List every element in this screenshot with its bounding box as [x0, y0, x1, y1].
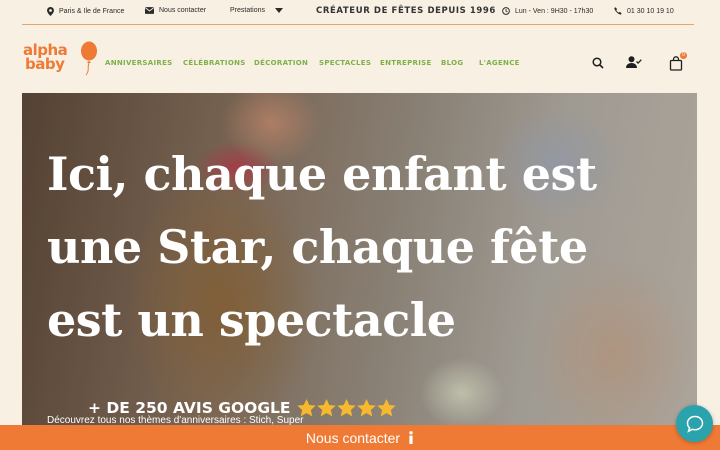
main-header: alpha baby ANNIVERSAIRES CÉLÉBRATIONS DÉ… [0, 26, 720, 92]
star-icon [376, 399, 396, 417]
rating-stars [296, 399, 396, 417]
nav-item-agence[interactable]: L'AGENCE [479, 59, 520, 67]
location-text: Paris & Ile de France [59, 8, 125, 15]
sticky-contact-bar[interactable]: Nous contacter [0, 425, 720, 450]
star-icon [356, 399, 376, 417]
cart-button[interactable]: 0 [669, 52, 687, 71]
nav-item-celebrations[interactable]: CÉLÉBRATIONS [183, 59, 246, 67]
phone-item[interactable]: 01 30 10 19 10 [614, 7, 674, 15]
contact-link[interactable]: Nous contacter [145, 7, 206, 14]
hours-text: Lun - Ven : 9H30 - 17h30 [515, 7, 594, 15]
star-icon [336, 399, 356, 417]
hero-banner: Ici, chaque enfant est une Star, chaque … [22, 93, 697, 433]
nav-item-anniversaires[interactable]: ANNIVERSAIRES [105, 59, 173, 67]
search-icon[interactable] [592, 57, 604, 69]
chat-bubble-icon [686, 415, 703, 433]
prestations-dropdown[interactable]: Prestations [230, 7, 284, 14]
alphababy-logo[interactable]: alpha baby [23, 41, 101, 83]
location-item[interactable]: Paris & Ile de France [47, 7, 124, 16]
user-account-icon[interactable] [626, 56, 642, 68]
page: Paris & Ile de France Nous contacter Pre… [0, 0, 720, 450]
contact-bar-label: Nous contacter [305, 429, 401, 446]
clock-icon [502, 7, 510, 15]
cart-count-badge: 0 [680, 52, 687, 59]
contact-link-text: Nous contacter [159, 7, 207, 14]
nav-item-blog[interactable]: BLOG [441, 59, 463, 67]
nav-item-entreprise[interactable]: ENTREPRISE [380, 59, 432, 67]
phone-icon [614, 7, 622, 15]
info-icon [409, 431, 413, 444]
chat-widget-button[interactable] [676, 405, 713, 442]
logo-line2: baby [25, 55, 65, 73]
hours-item: Lun - Ven : 9H30 - 17h30 [502, 7, 593, 15]
star-icon [316, 399, 336, 417]
nav-item-spectacles[interactable]: SPECTACLES [319, 59, 371, 67]
chevron-down-icon [275, 8, 284, 13]
prestations-label: Prestations [230, 7, 266, 14]
balloon-icon [81, 41, 97, 76]
tagline: CRÉATEUR DE FÊTES DEPUIS 1996 [316, 6, 496, 16]
nav-item-decoration[interactable]: DÉCORATION [254, 59, 308, 67]
hero-headline: Ici, chaque enfant est une Star, chaque … [47, 147, 597, 347]
top-info-bar: Paris & Ile de France Nous contacter Pre… [22, 0, 694, 25]
phone-text: 01 30 10 19 10 [627, 7, 674, 15]
location-pin-icon [47, 7, 54, 16]
envelope-icon [145, 7, 154, 14]
